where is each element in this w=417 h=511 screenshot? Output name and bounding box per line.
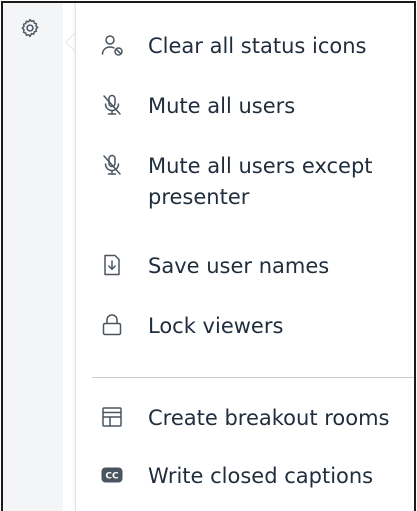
menu-item-label: Lock viewers [148,314,284,338]
menu-item-label: Clear all status icons [148,34,367,58]
user-clear-icon [100,33,124,57]
menu-item-mute-all-users[interactable]: Mute all users [76,89,414,129]
menu-item-label: Mute all users [148,94,296,118]
mic-off-icon [100,93,124,117]
menu-item-label: Mute all users except presenter [148,154,373,209]
menu-item-label: Write closed captions [148,464,374,488]
settings-gear-button[interactable] [19,17,41,39]
lock-icon [100,313,124,337]
menu-item-lock-viewers[interactable]: Lock viewers [76,309,414,349]
menu-item-save-user-names[interactable]: Save user names [76,249,414,289]
closed-captions-icon: CC [100,463,124,487]
download-file-icon [100,253,124,277]
menu-item-create-breakout-rooms[interactable]: Create breakout rooms [76,401,414,441]
gear-icon [21,18,39,38]
menu-item-label: Save user names [148,254,330,278]
options-menu: Clear all status icons Mute all users Mu… [75,3,414,511]
menu-item-label: Create breakout rooms [148,406,390,430]
mic-off-icon [100,153,124,177]
menu-item-mute-all-except-presenter[interactable]: Mute all users except presenter [76,149,414,223]
svg-text:CC: CC [105,472,119,482]
menu-divider [92,377,414,378]
menu-item-write-closed-captions[interactable]: CC Write closed captions [76,459,414,499]
left-rail [3,3,63,511]
menu-item-clear-status-icons[interactable]: Clear all status icons [76,29,414,69]
breakout-rooms-icon [100,405,124,429]
options-menu-panel: Clear all status icons Mute all users Mu… [1,1,416,511]
